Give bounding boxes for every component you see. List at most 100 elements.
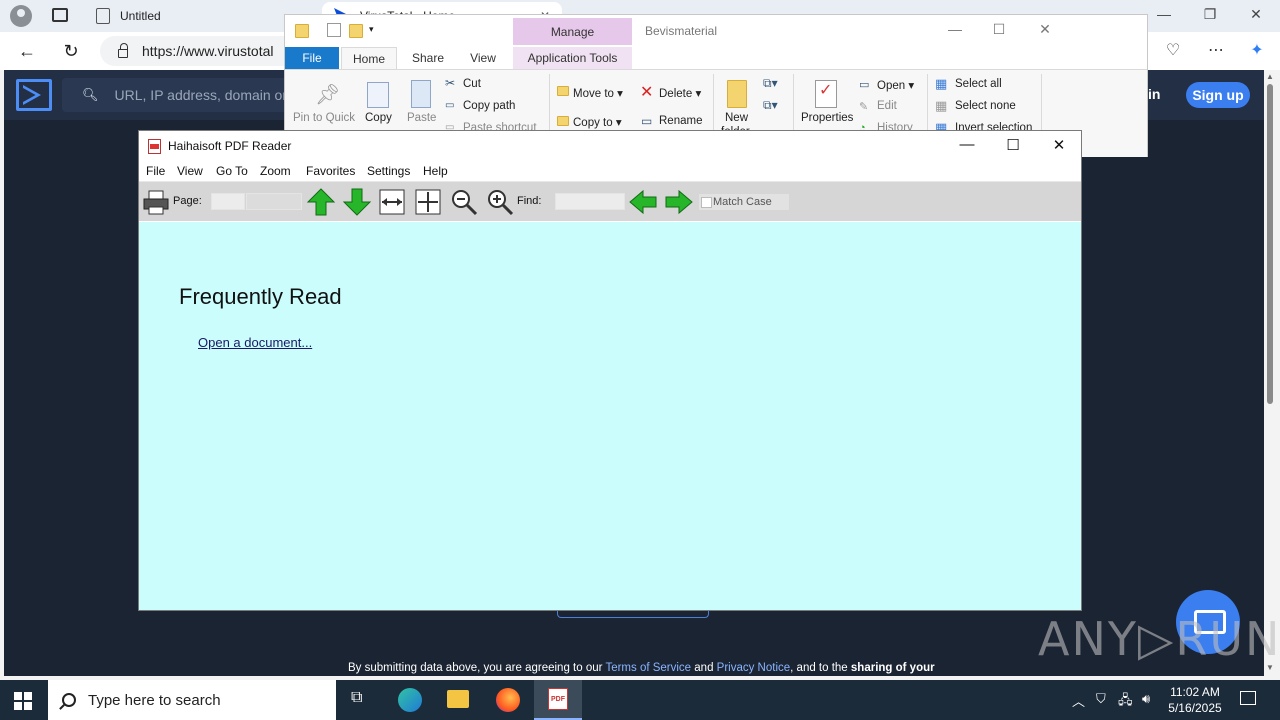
find-previous-icon[interactable] xyxy=(628,187,658,217)
open-document-link[interactable]: Open a document... xyxy=(198,335,312,350)
system-clock[interactable]: 11:02 AM 5/16/2025 xyxy=(1160,684,1230,716)
menu-help[interactable]: Help xyxy=(423,164,448,178)
easy-access-icon[interactable]: ⧉▾ xyxy=(763,98,778,113)
new-folder-button[interactable]: New xyxy=(725,112,748,124)
browser-essentials-icon[interactable]: ♡ xyxy=(1162,40,1184,62)
edit-button[interactable]: Edit xyxy=(877,100,897,112)
pdf-minimize-button[interactable]: — xyxy=(957,136,977,153)
pdf-close-button[interactable]: ✕ xyxy=(1049,136,1069,154)
find-input[interactable] xyxy=(555,193,625,210)
menu-go-to[interactable]: Go To xyxy=(216,164,248,178)
tab-view[interactable]: View xyxy=(461,47,505,69)
profile-avatar-icon[interactable] xyxy=(10,5,32,27)
page-scrollbar[interactable]: ▲ ▼ xyxy=(1264,70,1276,676)
new-folder-quick-icon[interactable] xyxy=(349,24,363,38)
clock-time: 11:02 AM xyxy=(1170,685,1220,699)
properties-button[interactable]: Properties xyxy=(801,112,853,124)
taskbar-file-explorer[interactable] xyxy=(434,680,482,720)
browser-restore-button[interactable]: ❐ xyxy=(1200,6,1220,23)
pdf-app-icon xyxy=(148,139,161,154)
start-button[interactable] xyxy=(14,692,32,710)
rename-button[interactable]: Rename xyxy=(659,115,702,127)
properties-quick-icon[interactable] xyxy=(327,23,341,37)
previous-page-icon[interactable] xyxy=(306,187,336,217)
footer-prefix: By submitting data above, you are agreei… xyxy=(348,662,606,674)
tab-home[interactable]: Home xyxy=(341,47,397,69)
sign-in-link[interactable]: in xyxy=(1148,86,1160,102)
taskbar-edge[interactable] xyxy=(386,680,434,720)
menu-settings[interactable]: Settings xyxy=(367,164,410,178)
show-hidden-icons-icon[interactable]: ︿ xyxy=(1072,691,1085,710)
move-to-icon xyxy=(557,86,569,96)
menu-favorites[interactable]: Favorites xyxy=(306,164,355,178)
pin-to-quick-access-button[interactable]: Pin to Quick xyxy=(293,112,355,124)
customize-quick-access-icon[interactable]: ▾ xyxy=(369,24,383,38)
menu-file[interactable]: File xyxy=(146,164,165,178)
fit-width-icon[interactable] xyxy=(377,187,407,217)
sign-up-button[interactable]: Sign up xyxy=(1186,82,1250,108)
delete-button[interactable]: Delete ▾ xyxy=(659,86,701,100)
more-options-icon[interactable]: ⋯ xyxy=(1205,40,1227,62)
virustotal-search-input[interactable]: 🔍︎ URL, IP address, domain or fi xyxy=(62,78,322,112)
match-case-checkbox[interactable]: Match Case xyxy=(699,194,789,210)
new-item-icon[interactable]: ⧉▾ xyxy=(763,76,778,91)
security-icon[interactable]: ⛉ xyxy=(1096,691,1106,707)
delete-icon: ✕ xyxy=(640,84,654,101)
menu-view[interactable]: View xyxy=(177,164,203,178)
tab-application-tools[interactable]: Application Tools xyxy=(513,47,632,69)
network-icon[interactable]: 🖧︎ xyxy=(1118,691,1133,713)
move-to-button[interactable]: Move to ▾ xyxy=(573,86,623,100)
zoom-in-icon[interactable] xyxy=(485,187,515,217)
task-view-button[interactable]: ⧉ xyxy=(338,680,386,720)
open-button[interactable]: Open ▾ xyxy=(877,78,914,92)
copy-button[interactable]: Copy xyxy=(365,112,392,124)
pdf-menu-bar: File View Go To Zoom Favorites Settings … xyxy=(139,161,1081,181)
workspaces-icon[interactable] xyxy=(52,8,68,22)
pdf-maximize-button[interactable]: ☐ xyxy=(1003,136,1023,154)
browser-close-button[interactable]: ✕ xyxy=(1246,6,1266,23)
check-icon: ✓ xyxy=(819,82,833,99)
scrollbar-thumb[interactable] xyxy=(1267,84,1273,404)
explorer-maximize-button[interactable]: ☐ xyxy=(989,21,1009,38)
notifications-icon[interactable] xyxy=(1240,691,1256,705)
menu-zoom[interactable]: Zoom xyxy=(260,164,291,178)
volume-icon[interactable]: 🔊︎ xyxy=(1142,691,1150,707)
virustotal-logo-icon[interactable] xyxy=(16,79,52,111)
explorer-close-button[interactable]: ✕ xyxy=(1035,21,1055,38)
select-all-button[interactable]: Select all xyxy=(955,78,1002,90)
tab-file[interactable]: File xyxy=(285,47,339,69)
next-page-icon[interactable] xyxy=(342,187,372,217)
copy-to-icon xyxy=(557,116,569,126)
folder-icon xyxy=(295,24,309,38)
page-label: Page: xyxy=(173,195,202,207)
zoom-out-icon[interactable] xyxy=(449,187,479,217)
file-explorer-icon xyxy=(447,690,469,708)
copilot-icon[interactable]: ✦ xyxy=(1246,40,1268,62)
copy-path-button[interactable]: Copy path xyxy=(463,100,515,112)
manage-context-tab[interactable]: Manage xyxy=(513,18,632,45)
tab-share[interactable]: Share xyxy=(405,47,451,69)
taskbar-search-box[interactable]: Type here to search xyxy=(48,680,336,720)
tab-label: Untitled xyxy=(120,9,161,23)
find-next-icon[interactable] xyxy=(664,187,694,217)
taskbar-pdf-reader[interactable]: PDF xyxy=(534,680,582,720)
copy-to-button[interactable]: Copy to ▾ xyxy=(573,115,622,129)
cut-button[interactable]: Cut xyxy=(463,78,481,90)
fit-page-icon[interactable] xyxy=(413,187,443,217)
cut-icon: ✂ xyxy=(445,76,456,90)
explorer-minimize-button[interactable]: — xyxy=(945,21,965,37)
select-none-button[interactable]: Select none xyxy=(955,100,1016,112)
page-count-field xyxy=(246,193,302,210)
refresh-icon[interactable]: ↻ xyxy=(60,40,82,62)
open-label: Open xyxy=(877,80,906,92)
privacy-link[interactable]: Privacy Notice xyxy=(717,662,791,674)
copy-icon xyxy=(367,82,389,108)
paste-button[interactable]: Paste xyxy=(407,112,436,124)
back-icon[interactable]: ← xyxy=(16,40,38,62)
scroll-up-icon[interactable]: ▲ xyxy=(1266,72,1274,81)
browser-minimize-button[interactable]: — xyxy=(1154,6,1174,22)
page-number-input[interactable] xyxy=(211,193,245,210)
print-icon[interactable] xyxy=(141,187,171,217)
taskbar-firefox[interactable] xyxy=(484,680,532,720)
terms-link[interactable]: Terms of Service xyxy=(605,662,691,674)
